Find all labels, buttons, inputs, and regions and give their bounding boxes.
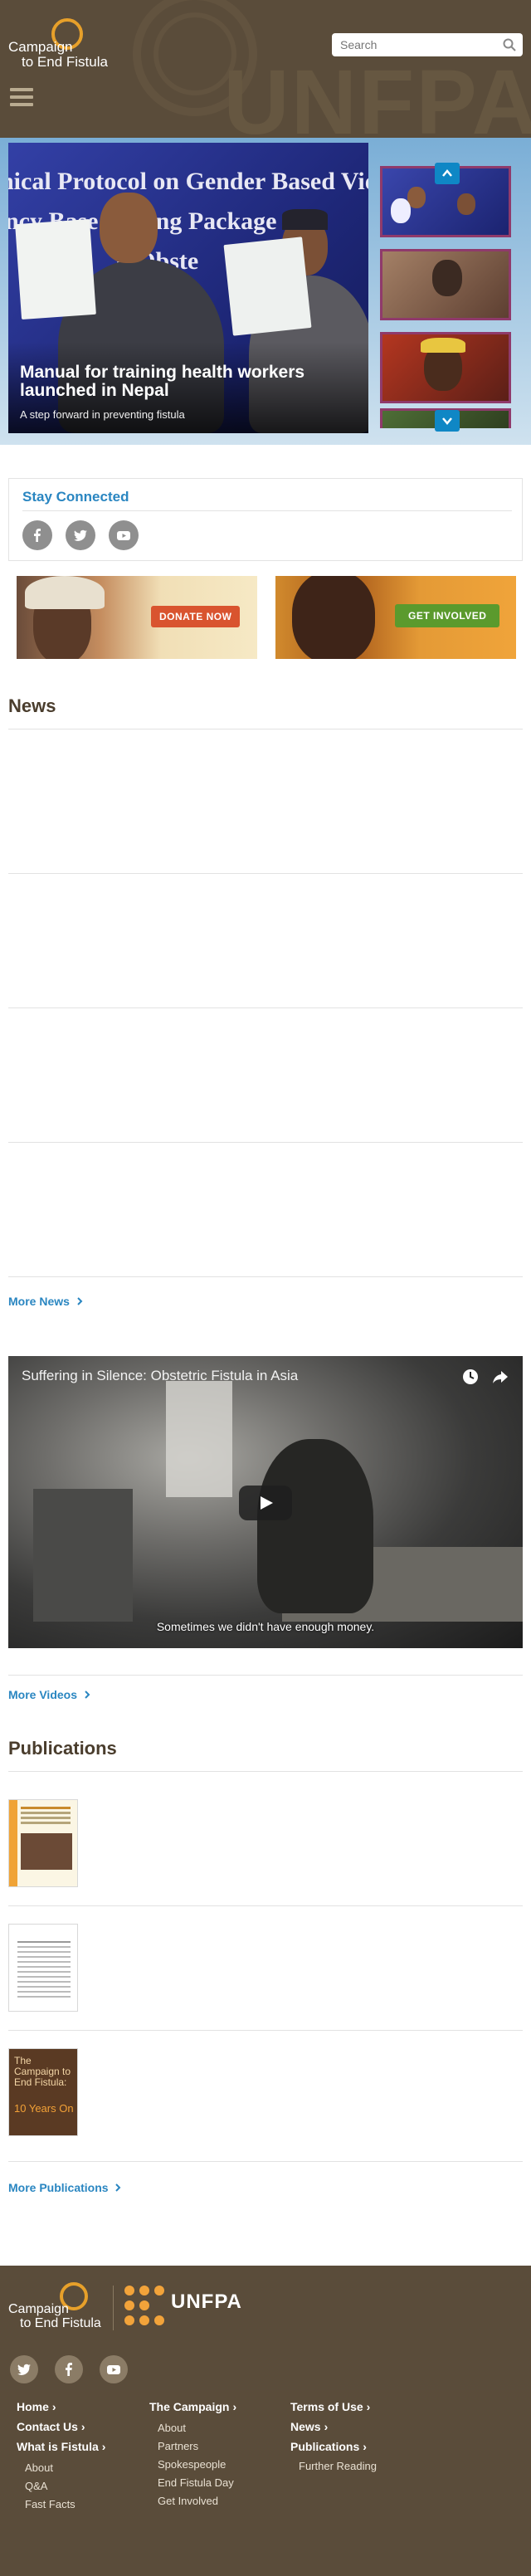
footer-link-terms[interactable]: Terms of Use › (290, 2400, 370, 2413)
publication-cover[interactable] (8, 1799, 78, 1887)
footer-logo[interactable]: Campaign to End Fistula (8, 2302, 101, 2330)
chevron-right-icon (85, 1690, 90, 1699)
play-button[interactable] (239, 1486, 292, 1520)
publication-cover[interactable] (8, 1924, 78, 2012)
footer-sublink[interactable]: Q&A (25, 2480, 47, 2492)
donate-now-button[interactable]: DONATE NOW (151, 606, 241, 627)
footer-sublink[interactable]: Fast Facts (25, 2498, 76, 2510)
twitter-icon[interactable] (10, 2355, 38, 2383)
chevron-right-icon (115, 2183, 121, 2192)
logo-line-1: Campaign (8, 39, 73, 55)
publications-heading: Publications (8, 1738, 117, 1759)
more-videos-label: More Videos (8, 1688, 77, 1701)
site-logo[interactable]: Campaign to End Fistula (8, 18, 133, 76)
more-news-label: More News (8, 1295, 70, 1308)
footer-link-the-campaign[interactable]: The Campaign › (149, 2400, 236, 2413)
video-subtitle: Sometimes we didn't have enough money. (156, 1620, 375, 1633)
menu-icon[interactable] (10, 88, 33, 106)
hero-subtitle: A step forward in preventing fistula (20, 408, 185, 421)
footer-logo-line-1: Campaign (8, 2302, 69, 2316)
footer-link-contact[interactable]: Contact Us › (17, 2420, 85, 2433)
search-box (332, 33, 523, 56)
manual-book-image (223, 237, 312, 336)
more-news-link[interactable]: More News (8, 1295, 83, 1308)
footer-logo-line-2: to End Fistula (20, 2316, 101, 2330)
hero-thumbnail-carousel (377, 156, 514, 432)
hero-slide[interactable]: nical Protocol on Gender Based Violen nc… (8, 143, 368, 433)
carousel-thumbnail[interactable] (380, 332, 511, 403)
video-frame-window (166, 1381, 232, 1497)
carousel-down-button[interactable] (435, 410, 460, 432)
twitter-icon[interactable] (66, 520, 95, 550)
video-title[interactable]: Suffering in Silence: Obstetric Fistula … (22, 1368, 298, 1384)
news-heading: News (8, 695, 56, 716)
carousel-up-button[interactable] (435, 163, 460, 184)
footer-link-publications[interactable]: Publications › (290, 2440, 367, 2453)
hero-title[interactable]: Manual for training health workers launc… (20, 363, 352, 400)
video-frame-figure (257, 1439, 373, 1613)
promo-photo-headscarf (25, 576, 105, 609)
divider (8, 1675, 523, 1676)
stay-connected-panel: Stay Connected (8, 478, 523, 561)
publication-divider (8, 1905, 523, 1906)
youtube-icon[interactable] (109, 520, 139, 550)
footer-sublink[interactable]: Partners (158, 2440, 198, 2452)
promo-photo (292, 576, 375, 659)
facebook-icon[interactable] (22, 520, 52, 550)
unfpa-watermark: UNFPA (223, 51, 531, 138)
logo-line-2: to End Fistula (22, 54, 108, 70)
divider (113, 2286, 114, 2330)
publication-divider (8, 2030, 523, 2031)
youtube-icon[interactable] (100, 2355, 128, 2383)
footer-link-news[interactable]: News › (290, 2420, 328, 2433)
footer-sublink[interactable]: Further Reading (299, 2460, 377, 2472)
news-item-divider (8, 1142, 523, 1143)
more-publications-label: More Publications (8, 2181, 109, 2194)
news-item-divider (8, 1276, 523, 1277)
video-frame-stairs (33, 1489, 133, 1622)
banner-text-line: nical Protocol on Gender Based Violen (8, 168, 368, 195)
hero-person-head (100, 193, 158, 263)
publication-divider (8, 2161, 523, 2162)
footer-sublink[interactable]: About (158, 2422, 186, 2434)
news-item-divider (8, 1007, 523, 1008)
search-icon[interactable] (503, 38, 516, 51)
manual-book-image (15, 219, 96, 320)
more-publications-link[interactable]: More Publications (8, 2181, 121, 2194)
watch-later-icon[interactable] (461, 1368, 480, 1386)
chevron-up-icon (442, 169, 452, 177)
chevron-right-icon (77, 1297, 83, 1305)
play-icon (261, 1496, 273, 1510)
get-involved-button[interactable]: GET INVOLVED (395, 604, 500, 627)
footer-link-what-is-fistula[interactable]: What is Fistula › (17, 2440, 105, 2453)
publication-cover-title: The Campaign to End Fistula: (14, 2055, 71, 2088)
stay-connected-title: Stay Connected (22, 489, 129, 505)
footer-sublink[interactable]: End Fistula Day (158, 2476, 234, 2489)
donate-promo-banner[interactable]: DONATE NOW (17, 576, 257, 659)
chevron-down-icon (442, 417, 452, 425)
divider (22, 510, 512, 511)
carousel-thumbnail[interactable] (380, 249, 511, 320)
unfpa-logo[interactable]: UNFPA (171, 2291, 242, 2314)
share-icon[interactable] (491, 1368, 509, 1386)
divider (8, 1771, 523, 1772)
footer-sublink[interactable]: Get Involved (158, 2495, 218, 2507)
publication-cover-subtitle: 10 Years On (14, 2102, 74, 2115)
site-header: UNFPA Campaign to End Fistula (0, 0, 531, 138)
news-item-divider (8, 873, 523, 874)
video-player[interactable]: Suffering in Silence: Obstetric Fistula … (8, 1356, 523, 1648)
publication-cover[interactable]: The Campaign to End Fistula: 10 Years On (8, 2048, 78, 2136)
facebook-icon[interactable] (55, 2355, 83, 2383)
search-input[interactable] (340, 37, 490, 53)
get-involved-promo-banner[interactable]: GET INVOLVED (275, 576, 516, 659)
unfpa-dots-icon (124, 2286, 169, 2330)
site-footer: Campaign to End Fistula UNFPA Home › Cont… (0, 2266, 531, 2576)
more-videos-link[interactable]: More Videos (8, 1688, 90, 1701)
footer-link-home[interactable]: Home › (17, 2400, 56, 2413)
footer-sublink[interactable]: About (25, 2461, 53, 2474)
hero-person-hat (282, 209, 328, 230)
footer-sublink[interactable]: Spokespeople (158, 2458, 226, 2471)
